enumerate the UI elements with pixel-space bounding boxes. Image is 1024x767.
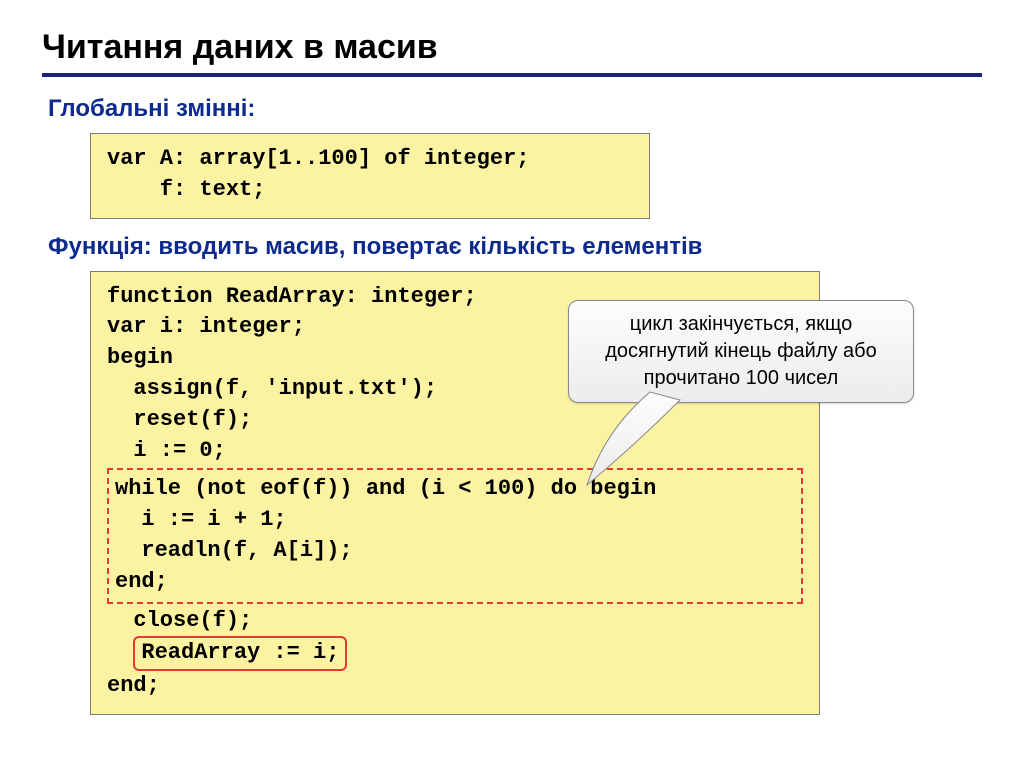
page-title: Читання даних в масив xyxy=(42,28,982,67)
end-line: end; xyxy=(107,671,803,702)
return-line-wrapper: ReadArray := i; xyxy=(107,636,803,671)
while-loop-code: while (not eof(f)) and (i < 100) do begi… xyxy=(115,474,795,597)
return-code: ReadArray := i; xyxy=(141,640,339,665)
declaration-codebox: var A: array[1..100] of integer; f: text… xyxy=(90,133,650,219)
while-loop-highlight: while (not eof(f)) and (i < 100) do begi… xyxy=(107,468,803,603)
global-vars-heading: Глобальні змінні: xyxy=(48,95,982,123)
callout-bubble: цикл закінчується, якщо досягнутий кінец… xyxy=(568,300,914,403)
return-highlight: ReadArray := i; xyxy=(133,636,347,671)
callout-tail-icon xyxy=(585,390,695,490)
close-line: close(f); xyxy=(107,606,803,637)
function-heading: Функція: вводить масив, повертає кількіс… xyxy=(48,233,982,261)
declaration-code: var A: array[1..100] of integer; f: text… xyxy=(107,144,633,206)
title-rule xyxy=(42,73,982,77)
